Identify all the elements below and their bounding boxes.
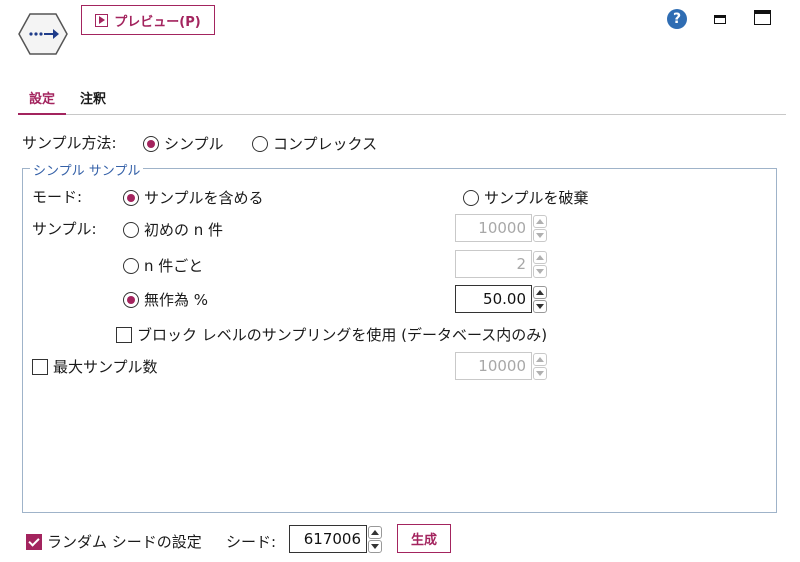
max-samples-spinner[interactable]: 10000 bbox=[455, 352, 547, 380]
method-simple-option[interactable]: シンプル bbox=[143, 133, 224, 154]
mode-discard-option[interactable]: サンプルを破棄 bbox=[463, 187, 589, 208]
method-complex-label: コンプレックス bbox=[273, 135, 378, 153]
sample-every-n-radio[interactable] bbox=[123, 257, 139, 274]
spin-down-icon[interactable] bbox=[533, 366, 547, 380]
spin-down-icon[interactable] bbox=[533, 228, 547, 242]
play-icon bbox=[95, 13, 109, 27]
max-samples-checkbox[interactable] bbox=[32, 358, 48, 375]
help-icon[interactable]: ? bbox=[667, 9, 687, 29]
mode-discard-radio[interactable] bbox=[463, 189, 479, 206]
every-n-field[interactable]: 2 bbox=[455, 250, 532, 278]
seed-spinner[interactable]: 617006 bbox=[289, 525, 382, 553]
spin-down-icon[interactable] bbox=[533, 299, 547, 313]
simple-sample-group-title: シンプル サンプル bbox=[30, 160, 144, 179]
max-samples-label: 最大サンプル数 bbox=[53, 358, 158, 376]
sample-random-percent-option[interactable]: 無作為 % bbox=[123, 289, 208, 310]
preview-button[interactable]: プレビュー(P) bbox=[81, 5, 215, 35]
sample-every-n-label: n 件ごと bbox=[144, 257, 204, 275]
sample-node-icon bbox=[18, 13, 68, 55]
random-seed-label: ランダム シードの設定 bbox=[47, 533, 202, 551]
seed-field[interactable]: 617006 bbox=[289, 525, 367, 553]
random-seed-checkbox[interactable] bbox=[26, 533, 42, 550]
sample-method-label: サンプル方法: bbox=[22, 134, 117, 152]
block-level-checkbox[interactable] bbox=[116, 326, 132, 343]
sample-label: サンプル: bbox=[32, 220, 97, 238]
generate-button[interactable]: 生成 bbox=[397, 524, 451, 553]
tab-annotations[interactable]: 注釈 bbox=[80, 85, 120, 115]
method-simple-radio[interactable] bbox=[143, 135, 159, 152]
spin-up-icon[interactable] bbox=[533, 352, 547, 366]
sample-random-percent-label: 無作為 % bbox=[144, 291, 209, 309]
preview-label: プレビュー(P) bbox=[114, 14, 201, 30]
tab-bar: 設定 注釈 bbox=[18, 85, 786, 115]
sample-every-n-option[interactable]: n 件ごと bbox=[123, 255, 203, 276]
tab-settings[interactable]: 設定 bbox=[18, 85, 66, 115]
spin-down-icon[interactable] bbox=[533, 264, 547, 278]
sample-first-n-radio[interactable] bbox=[123, 221, 139, 238]
every-n-spinner[interactable]: 2 bbox=[455, 250, 547, 278]
maximize-icon[interactable] bbox=[754, 10, 771, 25]
max-samples-field[interactable]: 10000 bbox=[455, 352, 532, 380]
mode-discard-label: サンプルを破棄 bbox=[484, 189, 589, 207]
sample-random-percent-radio[interactable] bbox=[123, 291, 139, 308]
method-simple-label: シンプル bbox=[164, 135, 224, 153]
random-percent-field[interactable]: 50.00 bbox=[455, 285, 532, 313]
minimize-icon[interactable] bbox=[714, 15, 726, 24]
method-complex-radio[interactable] bbox=[252, 135, 268, 152]
mode-label: モード: bbox=[32, 188, 83, 206]
method-complex-option[interactable]: コンプレックス bbox=[252, 133, 377, 154]
help-glyph: ? bbox=[672, 11, 682, 27]
seed-label: シード: bbox=[226, 533, 277, 551]
mode-include-option[interactable]: サンプルを含める bbox=[123, 187, 264, 208]
spin-down-icon[interactable] bbox=[368, 539, 382, 553]
block-level-option[interactable]: ブロック レベルのサンプリングを使用 (データベース内のみ) bbox=[116, 324, 547, 345]
sample-first-n-option[interactable]: 初めの n 件 bbox=[123, 219, 223, 240]
mode-include-label: サンプルを含める bbox=[144, 189, 264, 207]
spin-up-icon[interactable] bbox=[533, 214, 547, 228]
max-samples-option[interactable]: 最大サンプル数 bbox=[32, 356, 158, 377]
sample-first-n-label: 初めの n 件 bbox=[144, 221, 224, 239]
first-n-field[interactable]: 10000 bbox=[455, 214, 532, 242]
block-level-label: ブロック レベルのサンプリングを使用 (データベース内のみ) bbox=[137, 326, 548, 344]
spin-up-icon[interactable] bbox=[533, 250, 547, 264]
random-percent-spinner[interactable]: 50.00 bbox=[455, 285, 547, 313]
spin-up-icon[interactable] bbox=[533, 285, 547, 299]
tab-annotations-label: 注釈 bbox=[80, 92, 107, 107]
first-n-spinner[interactable]: 10000 bbox=[455, 214, 547, 242]
mode-include-radio[interactable] bbox=[123, 189, 139, 206]
tab-settings-label: 設定 bbox=[28, 92, 55, 107]
random-seed-option[interactable]: ランダム シードの設定 bbox=[26, 531, 202, 552]
spin-up-icon[interactable] bbox=[368, 525, 382, 539]
